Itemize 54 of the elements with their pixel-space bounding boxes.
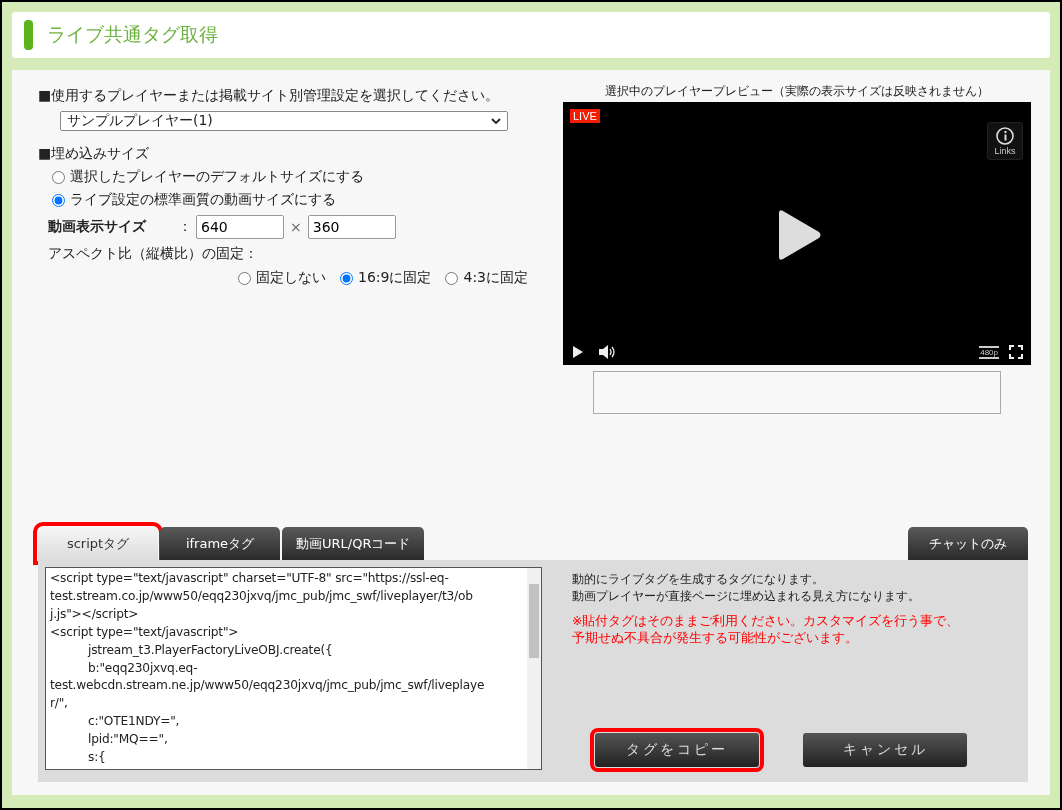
code-line: r/", — [50, 695, 68, 713]
code-line: test.stream.co.jp/www50/eqq230jxvq/jmc_pub/jmc_swf/liveplayer/t3/ob — [50, 587, 473, 605]
title-accent-bar — [24, 20, 33, 50]
scrollbar-thumb[interactable] — [529, 584, 539, 658]
colon: ： — [178, 218, 192, 236]
play-icon[interactable] — [572, 345, 584, 359]
radio-button[interactable] — [340, 271, 353, 285]
code-line: lpid:"MQ==", — [88, 731, 168, 749]
player-select-label: ■使用するプレイヤーまたは掲載サイト別管理設定を選択してください。 — [38, 87, 501, 105]
code-line: <script type="text/javascript"> — [50, 623, 239, 641]
warning-text: 予期せぬ不具合が発生する可能性がございます。 — [572, 630, 859, 647]
code-line: b:"eqq230jxvq.eq- — [88, 659, 198, 677]
info-icon — [996, 126, 1014, 145]
volume-icon[interactable] — [598, 345, 616, 359]
height-field[interactable]: 360 — [307, 215, 396, 239]
description-text: 動的にライブタグを生成するタグになります。 — [572, 571, 825, 588]
embed-size-label: ■埋め込みサイズ — [38, 145, 151, 163]
code-line: <script type="text/javascript" charset="UTF-8" src="https://ssl-eq- — [50, 570, 449, 587]
radio-option[interactable]: 選択したプレイヤーのデフォルトサイズにする — [52, 168, 528, 186]
code-line: j.js"></script> — [50, 605, 139, 623]
quality-button[interactable]: 480p — [979, 346, 999, 359]
code-textarea[interactable] — [45, 567, 542, 770]
video-player[interactable]: LIVE Links 480p — [563, 102, 1031, 365]
action-button[interactable]: キャンセル — [803, 733, 967, 767]
code-line: s:{ — [88, 749, 106, 767]
player-dropdown[interactable]: サンプルプレイヤー(1) — [60, 111, 508, 131]
radio-button[interactable] — [52, 193, 65, 207]
code-line: c:"OTE1NDY=", — [88, 713, 180, 731]
warning-text: ※貼付タグはそのままご利用ください。カスタマイズを行う事で、 — [572, 613, 961, 630]
preview-caption: 選択中のプレイヤープレビュー（実際の表示サイズは反映されません） — [605, 84, 989, 99]
description-text: 動画プレイヤーが直接ページに埋め込まれる見え方になります。 — [572, 588, 921, 605]
chat-tab[interactable]: チャットのみ — [908, 527, 1028, 560]
code-line: test.webcdn.stream.ne.jp/www50/eqq230jxvq/jmc_pub/jmc_swf/liveplaye — [50, 677, 485, 695]
radio-option[interactable]: 固定しない — [238, 269, 326, 287]
radio-option[interactable]: 4:3に固定 — [445, 269, 528, 287]
times-sign: × — [290, 219, 302, 235]
chevron-down-icon — [491, 117, 501, 125]
width-field[interactable]: 640 — [196, 215, 284, 239]
radio-option[interactable]: 16:9に固定 — [340, 269, 432, 287]
links-button[interactable]: Links — [987, 122, 1023, 160]
radio-button[interactable] — [445, 271, 459, 285]
tab[interactable]: 動画URL/QRコード — [282, 527, 425, 560]
page-title: ライブ共通タグ取得 — [47, 22, 218, 47]
aspect-ratio-label: アスペクト比（縦横比）の固定： — [48, 245, 259, 263]
size-label: 動画表示サイズ — [48, 218, 148, 236]
live-badge: LIVE — [570, 109, 600, 123]
tab[interactable]: iframeタグ — [160, 527, 280, 560]
code-line: jstream_t3.PlayerFactoryLiveOBJ.create({ — [88, 641, 333, 659]
radio-button[interactable] — [52, 170, 65, 184]
radio-button[interactable] — [238, 271, 251, 285]
scrollbar[interactable] — [527, 568, 541, 769]
play-icon[interactable] — [776, 209, 822, 261]
radio-option[interactable]: ライブ設定の標準画質の動画サイズにする — [52, 191, 528, 209]
fullscreen-icon[interactable] — [1009, 345, 1023, 359]
